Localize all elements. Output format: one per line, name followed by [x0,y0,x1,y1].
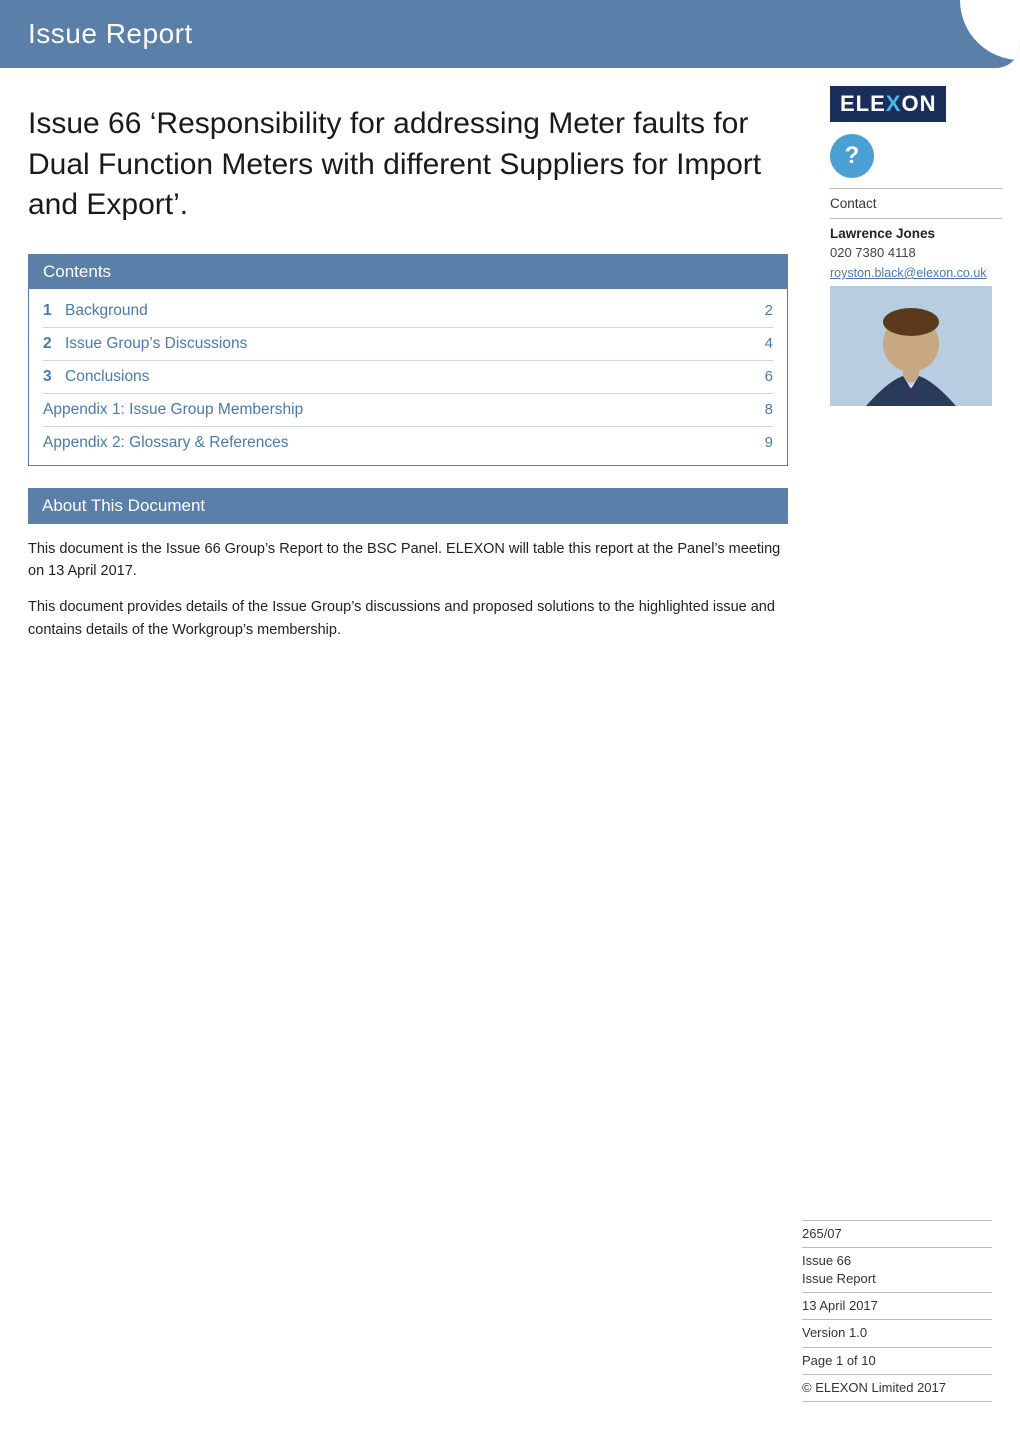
about-paragraph-1: This document is the Issue 66 Group’s Re… [28,538,788,583]
logo-text-right: ON [901,91,936,117]
header-bar: Issue Report [0,0,1020,68]
contents-page-3: 6 [753,368,773,385]
question-icon: ? [830,134,874,178]
contents-row-1[interactable]: 1 Background 2 [43,297,773,325]
appendix-label-2: Appendix 2: Glossary & References [43,434,753,452]
meta-issue: Issue 66 Issue Report [802,1248,992,1293]
sidebar-divider-2 [830,218,1002,219]
question-mark: ? [845,142,860,170]
contents-num-3: 3 [43,368,65,386]
divider-3 [43,393,773,394]
contents-num-2: 2 [43,335,65,353]
question-icon-wrapper: ? [830,134,1002,178]
contents-page-2: 4 [753,335,773,352]
divider-2 [43,360,773,361]
appendix-page-2: 9 [753,434,773,451]
sidebar-phone: 020 7380 4118 [830,245,1002,260]
sidebar-contact-label: Contact [830,196,1002,211]
sidebar-photo [830,286,992,406]
contents-label-2: Issue Group’s Discussions [65,335,753,353]
bottom-metadata: 265/07 Issue 66 Issue Report 13 April 20… [802,1220,992,1402]
about-section-header: About This Document [28,488,788,524]
meta-copyright: © ELEXON Limited 2017 [802,1375,992,1402]
contents-body: 1 Background 2 2 Issue Group’s Discussio… [29,289,787,465]
meta-issue-line2: Issue Report [802,1271,876,1286]
right-sidebar: ELEXON ? Contact Lawrence Jones 020 7380… [820,68,1020,683]
contents-row-2[interactable]: 2 Issue Group’s Discussions 4 [43,330,773,358]
elexon-logo: ELEXON [830,86,1002,122]
divider-4 [43,426,773,427]
photo-svg [830,286,992,406]
divider-1 [43,327,773,328]
logo-text-left: ELE [840,91,886,117]
elexon-logo-box: ELEXON [830,86,946,122]
logo-x: X [886,91,902,117]
sidebar-divider-1 [830,188,1002,189]
meta-version: Version 1.0 [802,1320,992,1347]
contents-appendix-2[interactable]: Appendix 2: Glossary & References 9 [43,429,773,457]
contents-label-3: Conclusions [65,368,753,386]
appendix-page-1: 8 [753,401,773,418]
meta-issue-line1: Issue 66 [802,1253,851,1268]
contents-page-1: 2 [753,302,773,319]
about-section-body: This document is the Issue 66 Group’s Re… [28,538,788,642]
contents-table: Contents 1 Background 2 2 Issue Group’s … [28,254,788,466]
sidebar-email-link[interactable]: royston.black@elexon.co.uk [830,266,987,280]
left-content: Issue 66 ‘Responsibility for addressing … [0,68,820,683]
about-paragraph-2: This document provides details of the Is… [28,596,788,641]
meta-doc-number: 265/07 [802,1220,992,1248]
contents-num-1: 1 [43,302,65,320]
contents-label-1: Background [65,302,753,320]
contents-appendix-1[interactable]: Appendix 1: Issue Group Membership 8 [43,396,773,424]
contents-header: Contents [29,255,787,289]
page-title: Issue Report [28,18,992,50]
appendix-label-1: Appendix 1: Issue Group Membership [43,401,753,419]
meta-page: Page 1 of 10 [802,1348,992,1375]
contents-row-3[interactable]: 3 Conclusions 6 [43,363,773,391]
document-title: Issue 66 ‘Responsibility for addressing … [28,104,788,226]
sidebar-contact-name: Lawrence Jones [830,226,1002,241]
meta-date: 13 April 2017 [802,1293,992,1320]
